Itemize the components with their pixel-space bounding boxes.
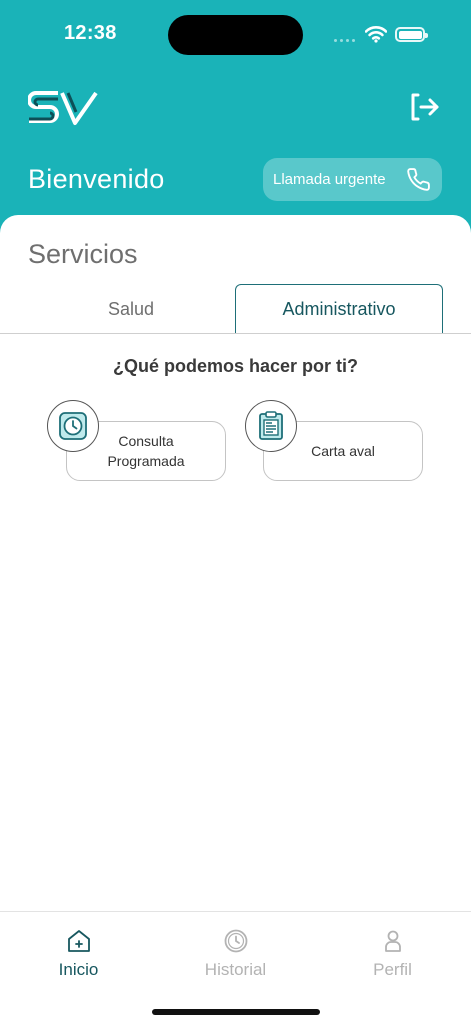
urgent-call-button[interactable]: Llamada urgente (263, 158, 442, 201)
home-icon (68, 930, 90, 952)
tab-salud[interactable]: Salud (28, 284, 234, 334)
card-label: Consulta Programada (107, 431, 184, 471)
nav-perfil-label: Perfil (373, 960, 412, 979)
carta-icon-badge (245, 400, 297, 452)
home-indicator[interactable] (152, 1009, 320, 1015)
nav-inicio-label: Inicio (58, 960, 99, 979)
status-time: 12:38 (64, 22, 117, 44)
logout-icon[interactable] (410, 92, 440, 122)
nav-historial-label: Historial (204, 960, 267, 979)
card-label-line2: Programada (107, 453, 185, 469)
battery-icon (395, 27, 428, 42)
tab-divider (0, 333, 471, 334)
nav-perfil[interactable]: Perfil (314, 912, 471, 1002)
sv-logo: SV (28, 91, 98, 125)
consulta-icon-badge (47, 400, 99, 452)
nav-historial[interactable]: Historial (157, 912, 314, 1002)
tab-administrativo[interactable]: Administrativo (235, 284, 443, 334)
question-heading: ¿Qué podemos hacer por ti? (112, 356, 359, 376)
wifi-icon (365, 26, 387, 43)
clock-icon (59, 412, 87, 440)
clipboard-icon (259, 411, 283, 440)
clock-icon (224, 929, 248, 953)
card-label: Carta aval (311, 443, 375, 459)
bottom-tab-bar: Inicio Historial Perfil (0, 911, 471, 1024)
section-title: Servicios (28, 239, 138, 269)
status-bar: 12:38 (0, 0, 471, 70)
user-icon (385, 930, 401, 952)
nav-inicio[interactable]: Inicio (0, 912, 157, 1002)
phone-icon (407, 168, 430, 191)
card-label-line1: Consulta (118, 433, 174, 449)
welcome-text: Bienvenido (28, 164, 165, 194)
urgent-call-label: Llamada urgente (273, 171, 386, 188)
dynamic-island (168, 15, 303, 55)
cellular-signal-icon (334, 39, 358, 43)
